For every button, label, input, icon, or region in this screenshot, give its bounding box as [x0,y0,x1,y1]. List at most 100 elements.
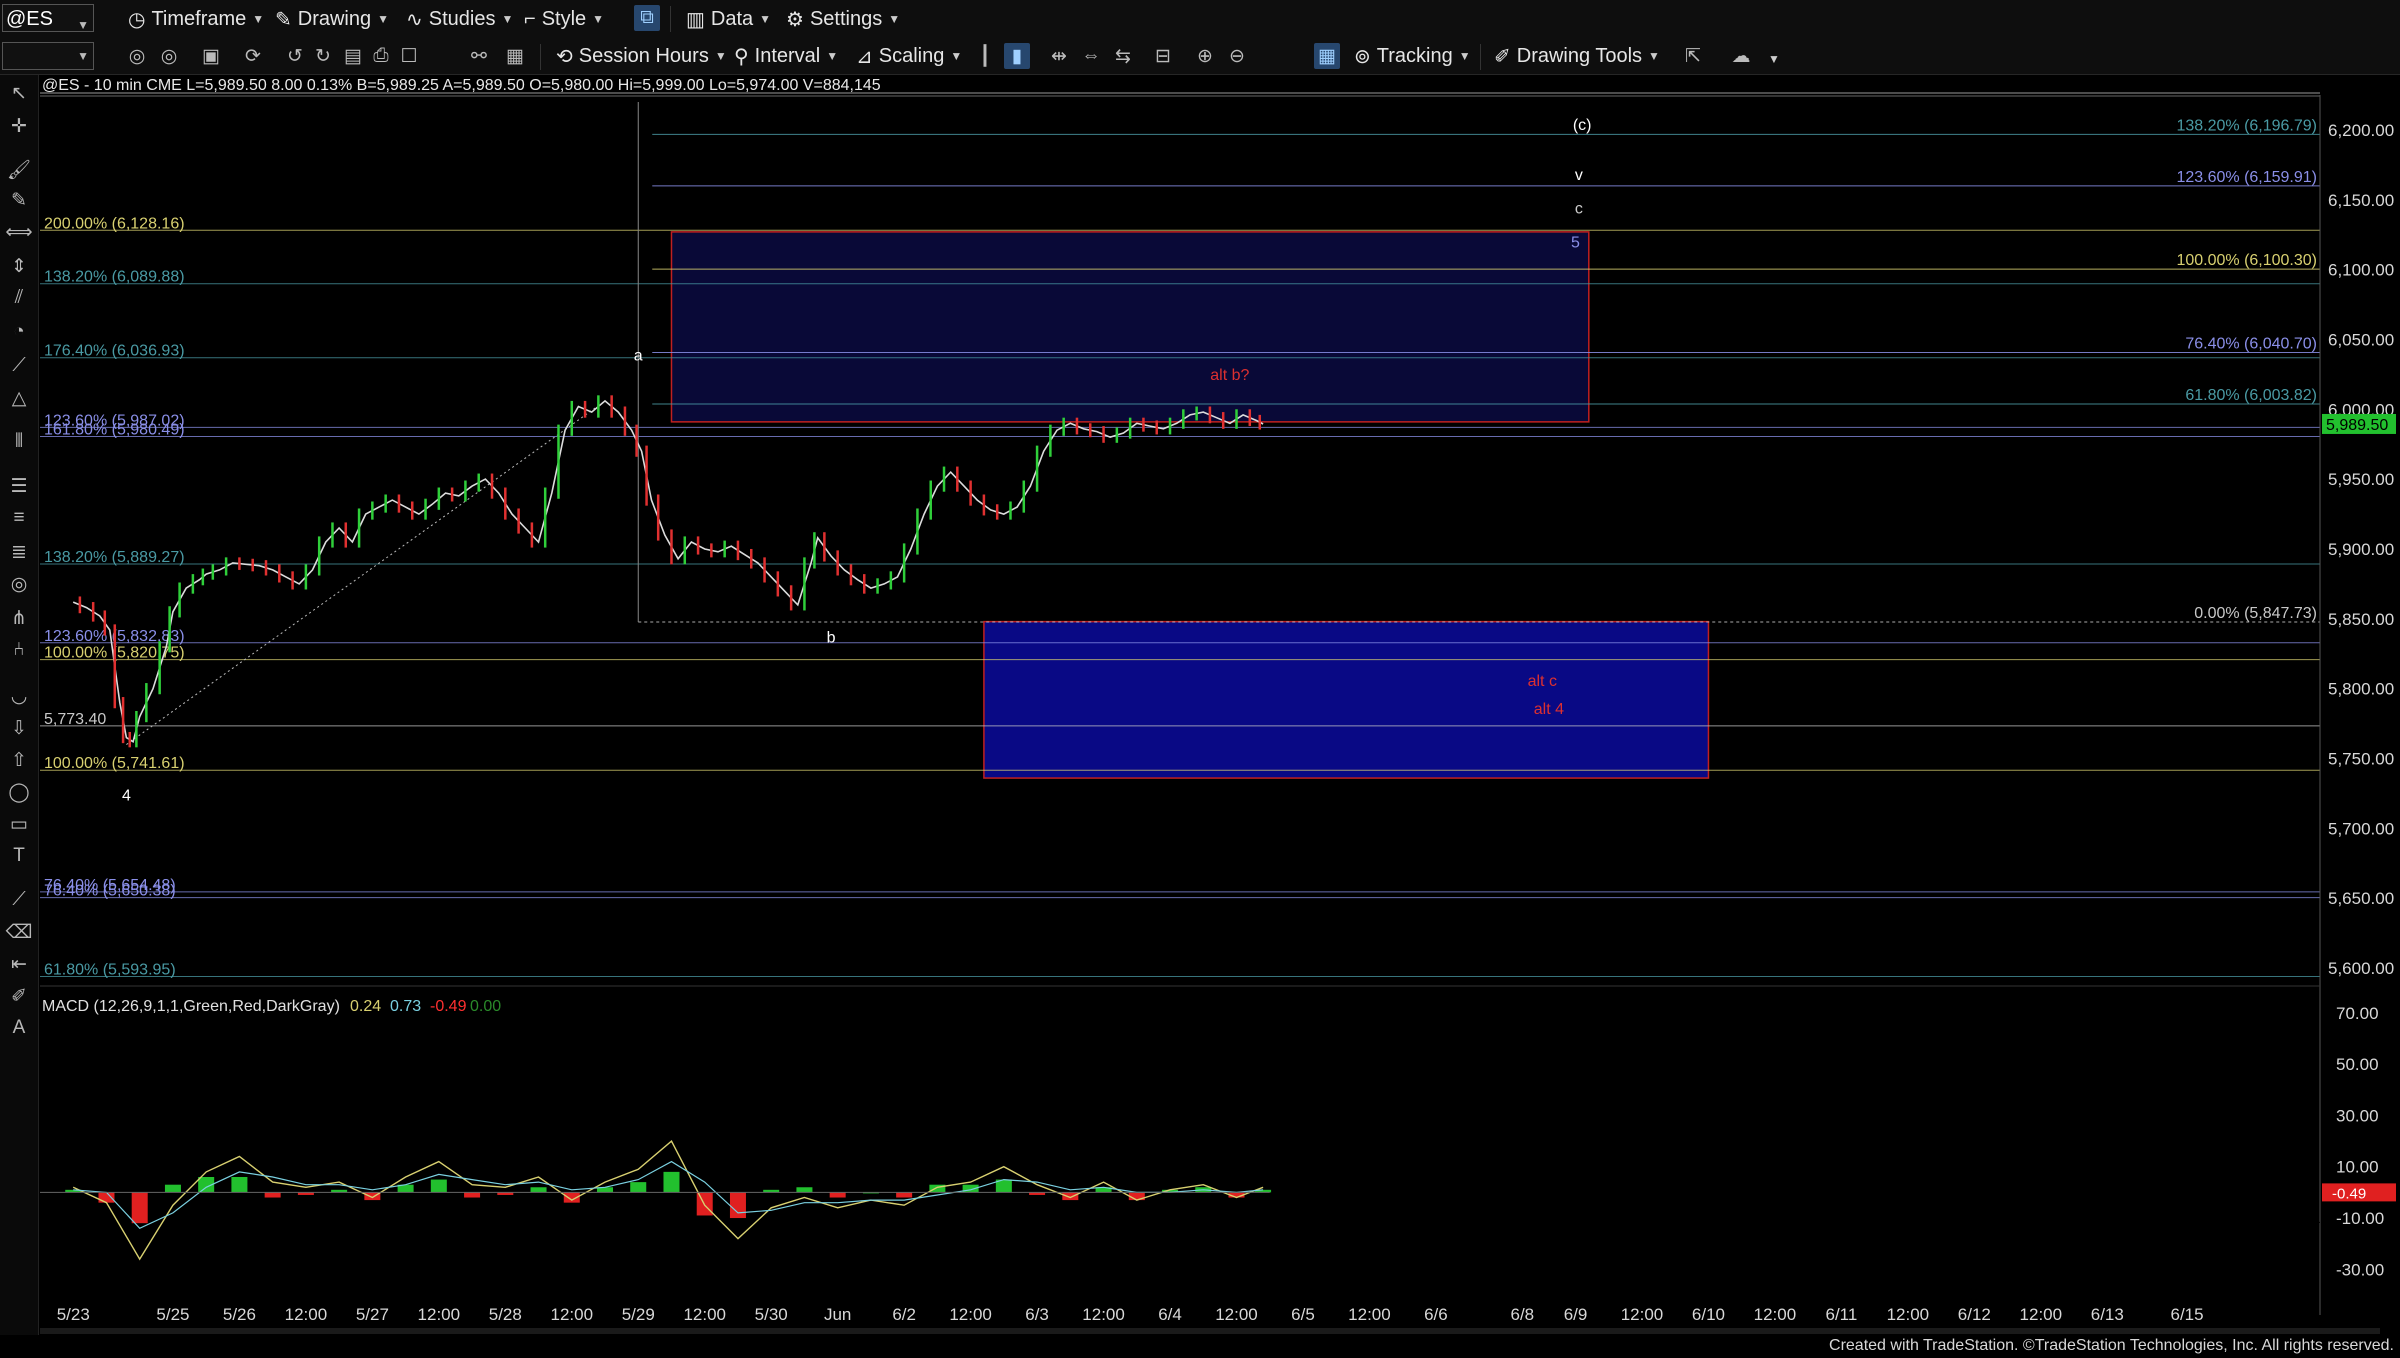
time-tick-label: 6/8 [1511,1305,1535,1324]
macd-tick-label: -30.00 [2336,1260,2384,1279]
time-tick-label: 6/5 [1291,1305,1315,1324]
time-tick-label: 6/12 [1958,1305,1991,1324]
time-tick-label: 6/11 [1825,1305,1857,1324]
time-tick-label: 6/2 [892,1305,916,1324]
macd-histogram-bar [164,1184,181,1193]
price-tick-label: 5,800.00 [2328,680,2394,699]
price-chart[interactable]: 200.00% (6,128.16) 138.20% (6,089.88) 176.… [0,0,2400,1358]
wave-label: 5 [1571,234,1580,251]
macd-label: MACD (12,26,9,1,1,Green,Red,DarkGray) [42,998,340,1015]
wave-label: alt c [1528,673,1557,690]
fib-level-label: 138.20% (5,889.27) [44,549,185,566]
wave-label: b [827,630,836,647]
time-tick-label: 12:00 [2020,1305,2063,1324]
time-tick-label: Jun [824,1305,851,1324]
time-tick-label: 5/29 [622,1305,655,1324]
time-tick-label: 5/30 [755,1305,788,1324]
macd-histogram-bar [530,1187,547,1193]
time-scrollbar[interactable] [40,1328,2380,1334]
wave-label: c [1575,201,1583,218]
last-price-label: 5,989.50 [2326,417,2388,434]
macd-value: 0.73 [390,998,421,1015]
time-tick-label: 12:00 [551,1305,594,1324]
macd-histogram-bar [264,1192,281,1198]
fib-level-label: 138.20% (6,196.79) [2176,117,2317,134]
price-tick-label: 6,150.00 [2328,191,2394,210]
time-tick-label: 5/28 [489,1305,522,1324]
price-tick-label: 5,600.00 [2328,959,2394,978]
time-tick-label: 12:00 [285,1305,328,1324]
macd-tick-label: -10.00 [2336,1209,2384,1228]
time-tick-label: 12:00 [1215,1305,1258,1324]
fib-level-label: 123.60% (6,159.91) [2176,169,2317,186]
macd-histogram-bar [131,1192,148,1224]
macd-tick-label: 10.00 [2336,1158,2379,1177]
time-tick-label: 6/3 [1025,1305,1049,1324]
macd-tick-label: 30.00 [2336,1106,2379,1125]
macd-tick-label: 50.00 [2336,1055,2379,1074]
price-tick-label: 5,900.00 [2328,540,2394,559]
wave-label: alt 4 [1534,701,1564,718]
wave-label: a [634,347,643,364]
fib-level-label: 76.40% (6,040.70) [2185,335,2317,352]
price-tick-label: 6,100.00 [2328,261,2394,280]
macd-value: -0.49 [430,998,467,1015]
price-tick-label: 5,950.00 [2328,470,2394,489]
macd-value: 0.00 [470,998,501,1015]
fib-level-label: 5,773.40 [44,711,106,728]
macd-tick-label: 70.00 [2336,1004,2379,1023]
time-tick-label: 12:00 [1621,1305,1664,1324]
macd-histogram-bar [796,1187,813,1193]
macd-histogram-bar [1062,1192,1079,1201]
fib-level-label: 100.00% (6,100.30) [2176,252,2317,269]
fib-level-label: 176.40% (6,036.93) [44,343,185,360]
fib-level-label: 200.00% (6,128.16) [44,215,185,232]
time-tick-label: 6/13 [2091,1305,2124,1324]
time-tick-label: 12:00 [683,1305,726,1324]
macd-histogram-bar [663,1171,680,1193]
price-tick-label: 5,700.00 [2328,819,2394,838]
fib-level-label: 138.20% (6,089.88) [44,269,185,286]
price-tick-label: 6,050.00 [2328,330,2394,349]
time-tick-label: 5/23 [57,1305,90,1324]
macd-histogram-bar [231,1177,248,1193]
time-tick-label: 5/25 [156,1305,189,1324]
target-zone-box [670,231,1590,423]
fib-level-label: 61.80% (5,593.95) [44,961,176,978]
macd-histogram-bar [829,1192,846,1198]
macd-histogram-bar [98,1192,115,1203]
wave-label: 4 [122,787,131,804]
price-tick-label: 5,750.00 [2328,750,2394,769]
fib-level-label: 61.80% (6,003.82) [2185,387,2317,404]
macd-histogram-bar [630,1182,647,1193]
macd-value: 0.24 [350,998,381,1015]
price-tick-label: 5,650.00 [2328,889,2394,908]
credit-text: Created with TradeStation. ©TradeStation… [1829,1337,2394,1354]
time-tick-label: 12:00 [418,1305,461,1324]
time-tick-label: 12:00 [1887,1305,1930,1324]
macd-histogram-bar [729,1192,746,1219]
wave-label: (c) [1573,117,1592,134]
time-tick-label: 5/26 [223,1305,256,1324]
time-tick-label: 6/6 [1424,1305,1448,1324]
fib-level-label: 76.40% (5,650.38) [44,883,176,900]
wave-label: alt b? [1210,367,1249,384]
macd-histogram-bar [430,1179,447,1193]
price-tick-label: 6,200.00 [2328,121,2394,140]
price-tick-label: 5,850.00 [2328,610,2394,629]
macd-last-label: -0.49 [2332,1185,2366,1202]
time-tick-label: 5/27 [356,1305,389,1324]
symbol-header: @ES - 10 min CME L=5,989.50 8.00 0.13% B… [42,77,881,94]
time-tick-label: 6/4 [1158,1305,1182,1324]
fib-level-label: 0.00% (5,847.73) [2194,605,2317,622]
fib-level-label: 100.00% (5,741.61) [44,755,185,772]
macd-histogram-bar [896,1192,913,1198]
time-tick-label: 6/15 [2171,1305,2204,1324]
fib-level-label: 161.80% (5,980.49) [44,422,185,439]
wave-label: v [1575,167,1583,184]
time-tick-label: 12:00 [1754,1305,1797,1324]
time-tick-label: 12:00 [1082,1305,1125,1324]
time-tick-label: 6/9 [1564,1305,1588,1324]
time-tick-label: 12:00 [949,1305,992,1324]
target-zone-box [983,620,1710,779]
